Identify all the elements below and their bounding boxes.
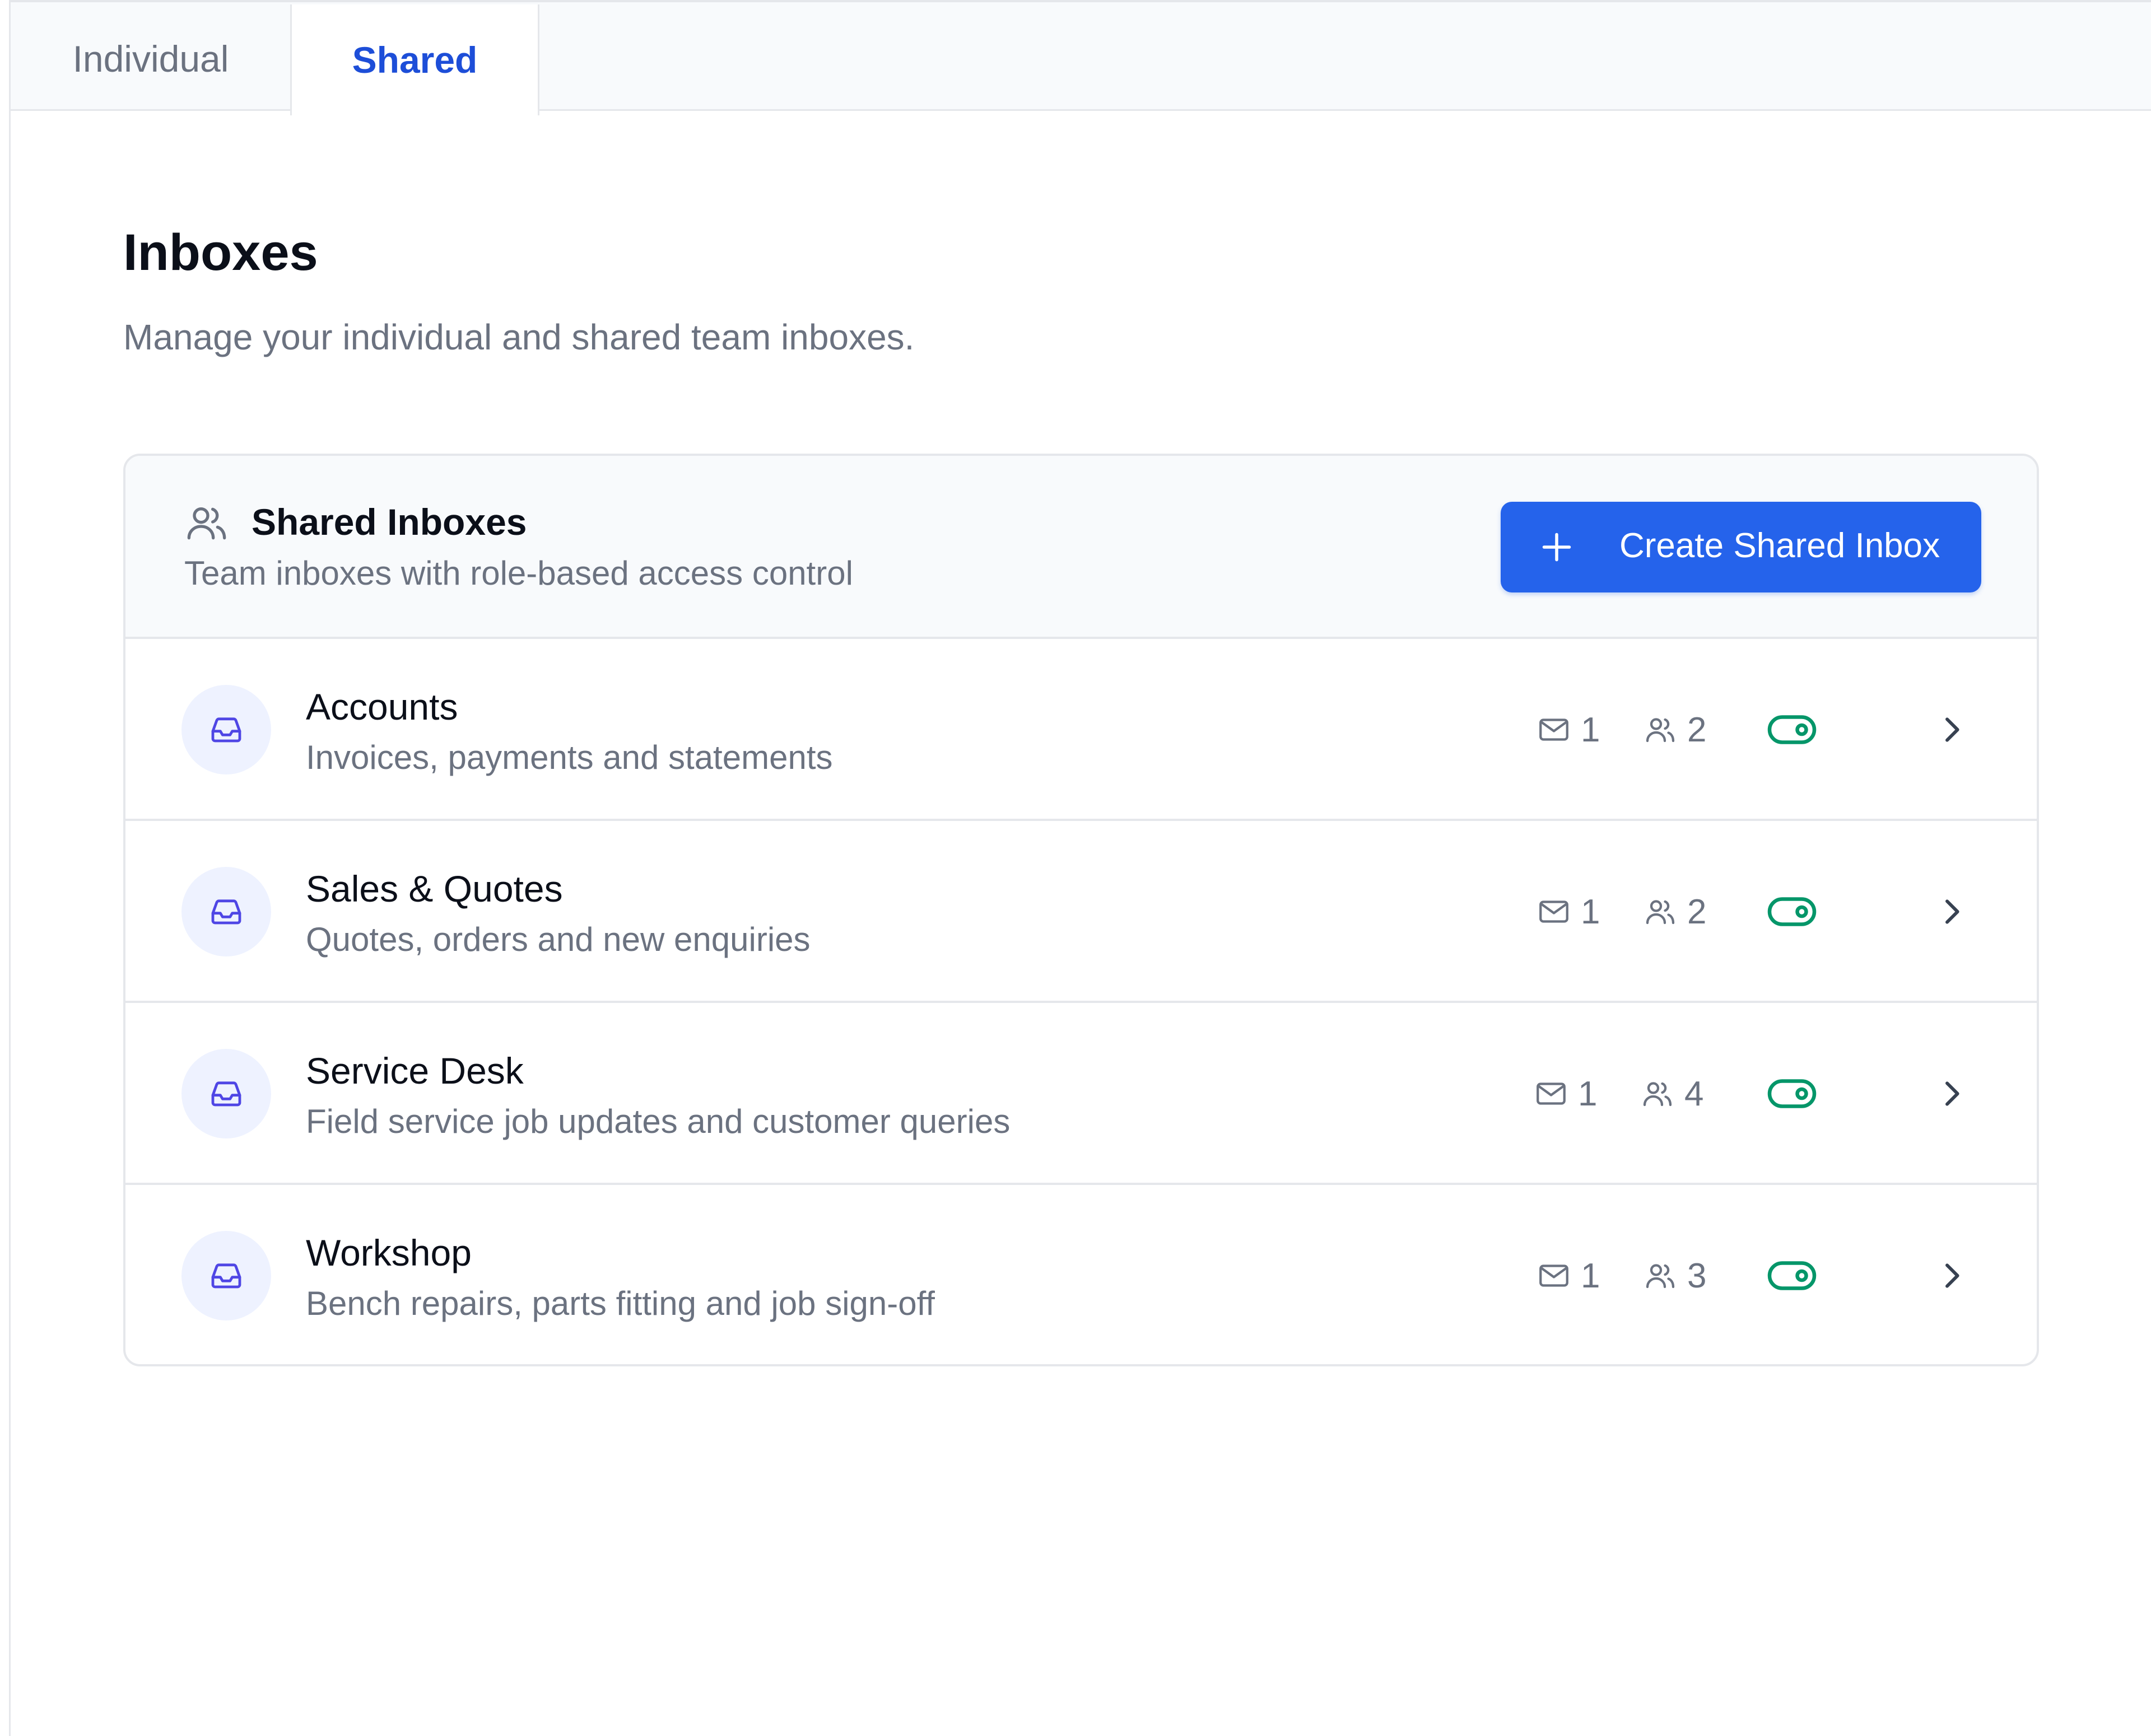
inbox-avatar <box>181 1049 271 1138</box>
mail-icon <box>1539 1264 1568 1287</box>
mail-count-value: 1 <box>1581 892 1600 931</box>
member-count: 2 <box>1643 892 1706 931</box>
shared-inboxes-card: Shared Inboxes Team inboxes with role-ba… <box>123 454 2039 1366</box>
inbox-row[interactable]: Sales & Quotes Quotes, orders and new en… <box>125 821 2037 1003</box>
member-count-value: 2 <box>1687 892 1707 931</box>
mail-icon <box>1537 1082 1566 1105</box>
page-title: Inboxes <box>123 224 318 281</box>
mail-count-value: 1 <box>1581 1256 1600 1295</box>
toggle-on-icon[interactable] <box>1767 712 1817 748</box>
mail-icon <box>1539 900 1568 923</box>
users-icon <box>1646 900 1675 925</box>
users-icon <box>1643 1082 1672 1107</box>
create-shared-inbox-label: Create Shared Inbox <box>1619 526 1940 565</box>
toggle-on-icon[interactable] <box>1767 1076 1817 1112</box>
mail-count: 1 <box>1537 710 1600 749</box>
inbox-name: Accounts <box>306 686 458 727</box>
inbox-description: Bench repairs, parts fitting and job sig… <box>306 1285 935 1322</box>
inbox-row[interactable]: Workshop Bench repairs, parts fitting an… <box>125 1185 2037 1364</box>
users-icon <box>1646 718 1675 743</box>
users-icon <box>1646 1264 1675 1289</box>
inbox-row[interactable]: Service Desk Field service job updates a… <box>125 1003 2037 1185</box>
tab-individual[interactable]: Individual <box>11 4 291 113</box>
inbox-icon <box>211 1263 241 1289</box>
member-count-value: 4 <box>1684 1074 1704 1113</box>
left-border <box>9 0 11 1736</box>
tab-shared[interactable]: Shared <box>290 4 539 115</box>
mail-count: 1 <box>1534 1074 1597 1113</box>
mail-icon <box>1539 718 1568 741</box>
inbox-name: Workshop <box>306 1232 472 1273</box>
member-count: 4 <box>1641 1074 1703 1113</box>
chevron-right-icon[interactable] <box>1934 1257 1970 1295</box>
chevron-right-icon[interactable] <box>1934 893 1970 931</box>
mail-count-value: 1 <box>1578 1074 1598 1113</box>
inbox-description: Quotes, orders and new enquiries <box>306 921 811 958</box>
tab-bar: Individual Shared <box>11 0 2151 115</box>
inbox-description: Invoices, payments and statements <box>306 739 833 776</box>
member-count: 3 <box>1643 1256 1706 1295</box>
chevron-right-icon[interactable] <box>1934 711 1970 749</box>
inbox-row[interactable]: Accounts Invoices, payments and statemen… <box>125 639 2037 821</box>
page: Individual Shared Inboxes Manage your in… <box>0 0 2151 1736</box>
inbox-name: Sales & Quotes <box>306 868 563 909</box>
member-count-value: 3 <box>1687 1256 1707 1295</box>
card-subtitle: Team inboxes with role-based access cont… <box>184 554 853 592</box>
toggle-on-icon[interactable] <box>1767 1258 1817 1294</box>
card-title: Shared Inboxes <box>252 501 527 543</box>
card-header: Shared Inboxes Team inboxes with role-ba… <box>125 456 2037 639</box>
inbox-icon <box>211 899 241 925</box>
plus-icon <box>1542 533 1571 562</box>
toggle-on-icon[interactable] <box>1767 894 1817 930</box>
inbox-avatar <box>181 867 271 956</box>
chevron-right-icon[interactable] <box>1934 1075 1970 1113</box>
inbox-name: Service Desk <box>306 1050 524 1091</box>
page-subtitle: Manage your individual and shared team i… <box>123 317 915 357</box>
inbox-icon <box>211 717 241 743</box>
inbox-description: Field service job updates and customer q… <box>306 1103 1011 1140</box>
users-icon <box>187 507 226 540</box>
member-count: 2 <box>1643 710 1706 749</box>
inbox-icon <box>211 1081 241 1107</box>
mail-count-value: 1 <box>1581 710 1600 749</box>
mail-count: 1 <box>1537 892 1600 931</box>
inbox-avatar <box>181 685 271 774</box>
inbox-avatar <box>181 1231 271 1320</box>
member-count-value: 2 <box>1687 710 1707 749</box>
mail-count: 1 <box>1537 1256 1600 1295</box>
create-shared-inbox-button[interactable]: Create Shared Inbox <box>1501 502 1981 592</box>
